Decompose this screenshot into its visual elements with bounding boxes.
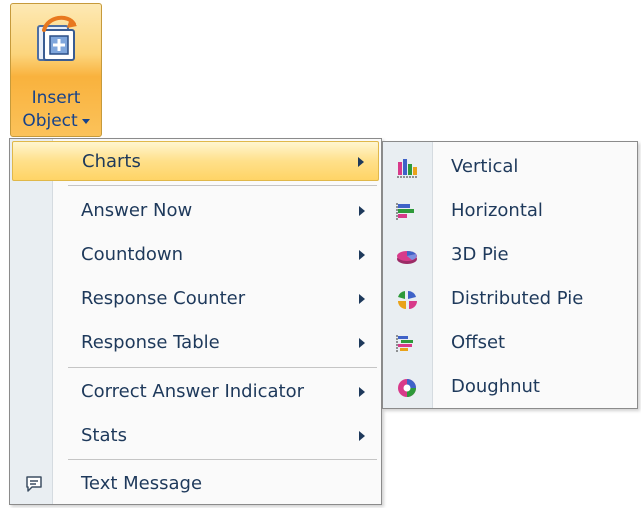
menu-item-label: Text Message	[81, 473, 203, 494]
submenu-item-label: Doughnut	[451, 376, 540, 397]
submenu-item-3d-pie[interactable]: 3D Pie	[383, 235, 637, 275]
menu-item-label: Response Table	[81, 332, 220, 353]
insert-object-label-line1: Insert	[31, 88, 81, 108]
submenu-item-label: Vertical	[451, 156, 519, 177]
submenu-item-distributed-pie[interactable]: Distributed Pie	[383, 279, 637, 319]
submenu-arrow-icon	[359, 294, 365, 304]
insert-object-label-line2-text: Object	[22, 111, 78, 131]
submenu-arrow-icon	[359, 387, 365, 397]
menu-item-charts[interactable]: Charts	[12, 141, 379, 181]
vertical-bar-chart-icon	[397, 159, 418, 178]
submenu-item-label: Horizontal	[451, 200, 543, 221]
submenu-item-horizontal[interactable]: Horizontal	[383, 191, 637, 231]
text-message-icon	[26, 476, 42, 492]
menu-item-label: Correct Answer Indicator	[81, 381, 304, 402]
menu-item-response-counter[interactable]: Response Counter	[12, 279, 379, 319]
submenu-item-offset[interactable]: Offset	[383, 323, 637, 363]
menu-item-label: Answer Now	[81, 200, 193, 221]
submenu-arrow-icon	[359, 206, 365, 216]
submenu-arrow-icon	[359, 338, 365, 348]
menu-item-label: Countdown	[81, 244, 184, 265]
menu-separator	[68, 185, 377, 186]
menu-item-label: Response Counter	[81, 288, 246, 309]
chevron-down-icon	[81, 118, 90, 124]
submenu-item-label: 3D Pie	[451, 244, 509, 265]
menu-item-label: Stats	[81, 425, 127, 446]
insert-object-icon	[37, 15, 77, 61]
insert-object-label-line2: Object	[11, 111, 101, 131]
submenu-arrow-icon	[359, 431, 365, 441]
charts-submenu: Vertical Horizontal 3D Pie Distributed P…	[382, 141, 638, 409]
insert-object-menu: Charts Answer Now Countdown Response Cou…	[9, 138, 382, 505]
submenu-item-label: Distributed Pie	[451, 288, 584, 309]
menu-item-response-table[interactable]: Response Table	[12, 323, 379, 363]
menu-item-countdown[interactable]: Countdown	[12, 235, 379, 275]
menu-separator	[68, 459, 377, 460]
distributed-pie-chart-icon	[398, 290, 417, 309]
submenu-arrow-icon	[358, 157, 364, 167]
submenu-arrow-icon	[359, 250, 365, 260]
doughnut-chart-icon	[398, 379, 416, 397]
menu-item-stats[interactable]: Stats	[12, 416, 379, 456]
menu-item-answer-now[interactable]: Answer Now	[12, 191, 379, 231]
menu-separator	[68, 367, 377, 368]
insert-object-button[interactable]: Insert Object	[10, 3, 102, 137]
submenu-item-label: Offset	[451, 332, 506, 353]
submenu-item-vertical[interactable]: Vertical	[383, 147, 637, 187]
menu-item-correct-answer-indicator[interactable]: Correct Answer Indicator	[12, 372, 379, 412]
stage: Insert Object Charts Answer Now Countdow…	[0, 0, 641, 508]
menu-item-text-message[interactable]: Text Message	[12, 464, 379, 504]
offset-bar-chart-icon	[396, 335, 413, 353]
submenu-item-doughnut[interactable]: Doughnut	[383, 367, 637, 407]
3d-pie-chart-icon	[397, 251, 417, 264]
horizontal-bar-chart-icon	[396, 203, 414, 220]
menu-item-label: Charts	[82, 151, 141, 172]
